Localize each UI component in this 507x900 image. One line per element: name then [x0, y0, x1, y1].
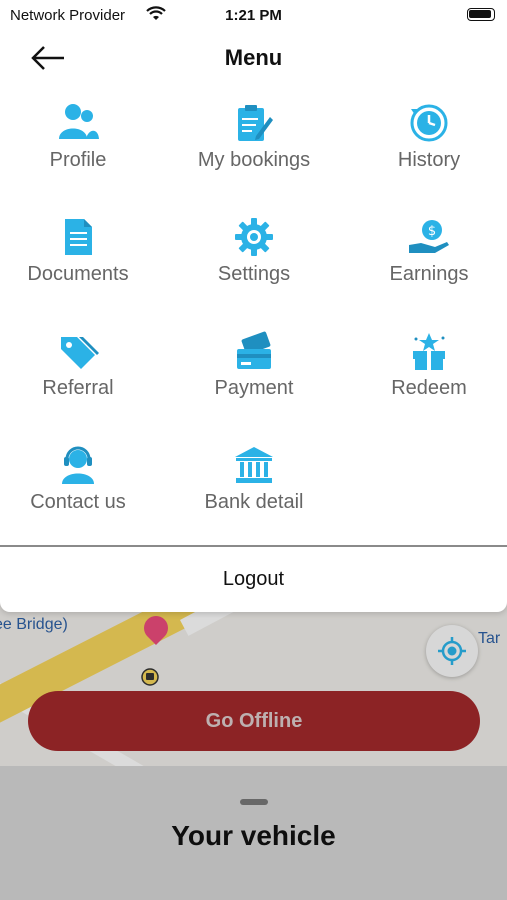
menu-item-label: My bookings [197, 149, 311, 171]
menu-item-contact-us[interactable]: Contact us [0, 445, 163, 555]
status-bar: Network Provider 1:21 PM [0, 0, 507, 30]
history-clock-icon [410, 104, 448, 142]
menu-item-profile[interactable]: Profile [0, 103, 163, 213]
bank-icon [235, 447, 273, 483]
menu-item-label: Contact us [30, 491, 126, 513]
logout-button[interactable]: Logout [0, 568, 507, 591]
document-icon [65, 219, 92, 255]
menu-item-earnings[interactable]: $ Earnings [344, 217, 507, 327]
clipboard-icon [238, 105, 273, 141]
menu-item-label: Referral [42, 377, 114, 399]
menu-item-label: Earnings [389, 263, 469, 285]
menu-item-my-bookings[interactable]: My bookings [169, 103, 339, 213]
people-icon [59, 104, 99, 139]
menu-item-settings[interactable]: Settings [169, 217, 339, 327]
menu-item-history[interactable]: History [344, 103, 507, 213]
menu-item-documents[interactable]: Documents [0, 217, 163, 327]
card-icon [237, 331, 271, 369]
gear-icon [235, 218, 273, 256]
page-title: Menu [224, 45, 283, 70]
menu-item-payment[interactable]: Payment [169, 331, 339, 441]
clock: 1:21 PM [225, 7, 282, 24]
tag-icon [61, 337, 99, 369]
menu-item-referral[interactable]: Referral [0, 331, 163, 441]
battery-icon [467, 8, 495, 21]
divider [0, 545, 507, 547]
menu-panel: Network Provider 1:21 PM Menu Profile My… [0, 0, 507, 612]
money-hand-icon: $ [409, 220, 449, 253]
menu-item-label: Redeem [391, 377, 467, 399]
svg-text:$: $ [428, 224, 436, 239]
menu-item-redeem[interactable]: Redeem [344, 331, 507, 441]
menu-item-bank-detail[interactable]: Bank detail [169, 445, 339, 555]
menu-item-label: Payment [214, 377, 294, 399]
menu-item-label: Bank detail [204, 491, 304, 513]
menu-item-label: Settings [217, 263, 291, 285]
menu-item-label: Profile [49, 149, 107, 171]
menu-item-label: Documents [27, 263, 129, 285]
support-agent-icon [62, 446, 94, 484]
gift-icon [413, 333, 445, 370]
menu-item-label: History [397, 149, 461, 171]
